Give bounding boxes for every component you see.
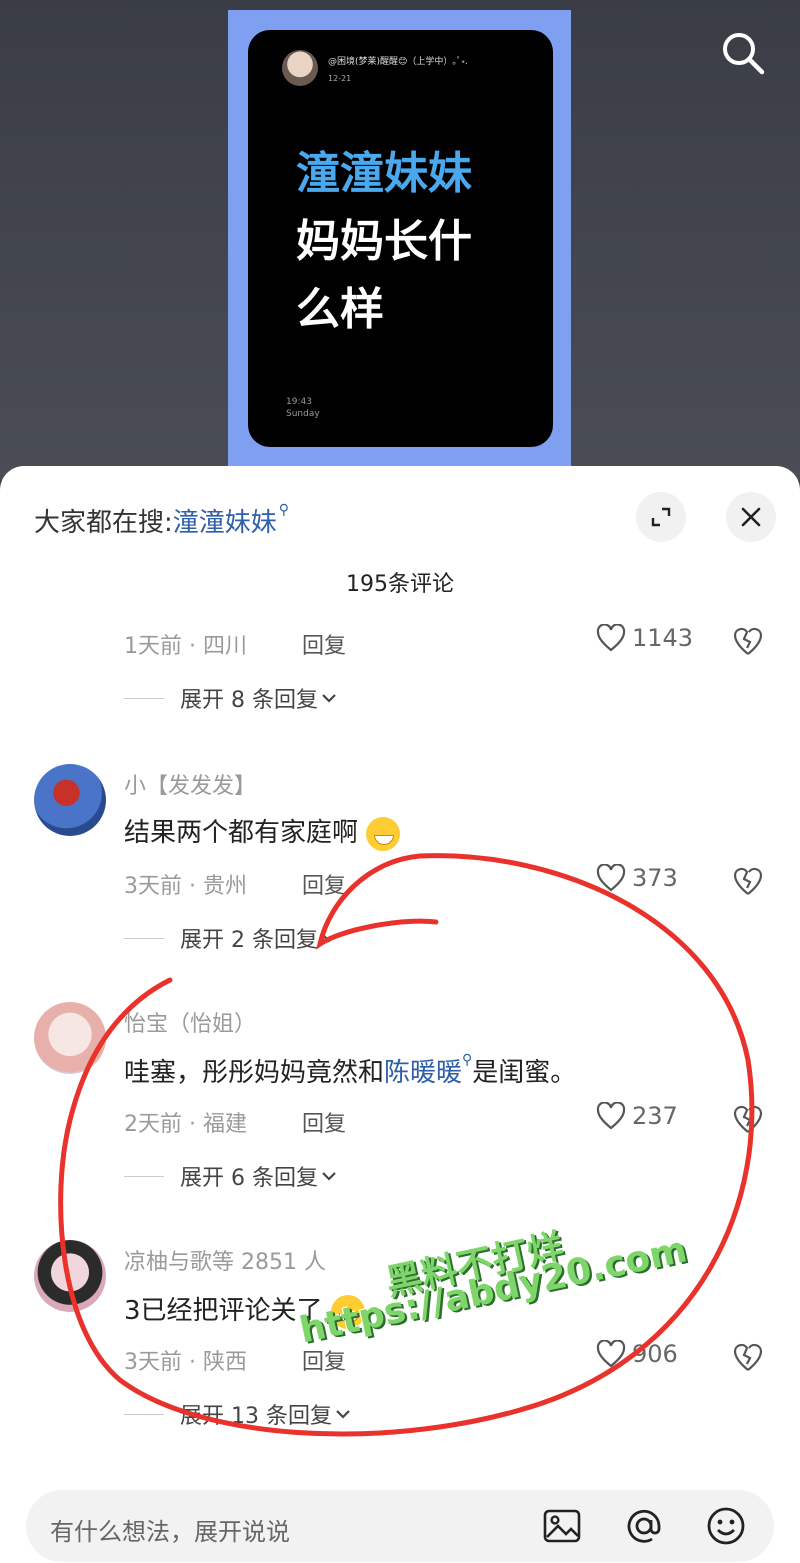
- heart-icon: [596, 1340, 626, 1368]
- expand-replies[interactable]: 展开 2 条回复: [124, 922, 340, 954]
- reply-button[interactable]: 回复: [302, 628, 346, 660]
- divider: [124, 1175, 164, 1177]
- broken-heart-icon[interactable]: [732, 1104, 764, 1134]
- expand-replies-label: 展开 2 条回复: [180, 928, 318, 953]
- comment-username[interactable]: 怡宝（怡姐）: [124, 1006, 256, 1038]
- reply-button[interactable]: 回复: [302, 1106, 346, 1138]
- laughing-emoji-icon: [366, 816, 401, 851]
- comment-input-placeholder[interactable]: 有什么想法，展开说说: [50, 1512, 290, 1547]
- card-title: 潼潼妹妹 妈妈长什 么样: [296, 140, 472, 344]
- comment-text-after: 是闺蜜。: [472, 1058, 577, 1088]
- search-button[interactable]: [720, 30, 766, 76]
- comment-meta: 3天前 · 陕西: [124, 1350, 247, 1375]
- comment-text-content: 结果两个都有家庭啊: [124, 818, 359, 848]
- expand-button[interactable]: [636, 492, 686, 542]
- card-title-line3: 么样: [296, 284, 384, 335]
- broken-heart-icon[interactable]: [732, 626, 764, 656]
- chevron-down-icon: [322, 694, 336, 703]
- card-time: 19:43 Sunday: [286, 396, 320, 420]
- expand-replies[interactable]: 展开 8 条回复: [124, 682, 340, 714]
- close-button[interactable]: [726, 492, 776, 542]
- like-count: 1143: [632, 624, 694, 652]
- chevron-down-icon: [322, 1172, 336, 1181]
- like-count: 237: [632, 1102, 678, 1130]
- avatar[interactable]: [34, 764, 106, 836]
- trending-keyword[interactable]: 潼潼妹妹: [173, 508, 277, 538]
- comment-text: 结果两个都有家庭啊: [124, 812, 401, 851]
- heart-icon: [596, 1102, 626, 1130]
- video-content-card: @困境(梦莱)醒醒😊（上学中）｡ﾟ˖. 12-21 潼潼妹妹 妈妈长什 么样 1…: [248, 30, 553, 447]
- expand-icon: [651, 507, 671, 527]
- card-username: @困境(梦莱)醒醒😊（上学中）｡ﾟ˖.: [328, 57, 468, 67]
- expand-replies-label: 展开 13 条回复: [180, 1404, 332, 1429]
- close-icon: [741, 507, 761, 527]
- reply-button[interactable]: 回复: [302, 868, 346, 900]
- chevron-down-icon: [322, 934, 336, 943]
- search-icon: [723, 33, 765, 75]
- comment-meta: 2天前 · 福建: [124, 1112, 247, 1137]
- comment-text-before: 哇塞，彤彤妈妈竟然和: [124, 1058, 385, 1088]
- comment-input-bar[interactable]: 有什么想法，展开说说: [26, 1490, 774, 1562]
- expand-replies[interactable]: 展开 13 条回复: [124, 1398, 354, 1430]
- trending-prefix: 大家都在搜:: [34, 508, 173, 538]
- card-title-highlight: 潼潼妹妹: [296, 148, 472, 199]
- emoji-icon[interactable]: [704, 1504, 748, 1548]
- keyword-search-icon: ⚲: [278, 502, 290, 518]
- comment-meta: 1天前 · 四川: [124, 634, 247, 659]
- comment-username[interactable]: 小【发发发】: [124, 768, 256, 800]
- expand-replies-label: 展开 6 条回复: [180, 1166, 318, 1191]
- card-clock: 19:43: [286, 397, 312, 407]
- card-date: 12-21: [328, 74, 352, 83]
- heart-icon: [596, 864, 626, 892]
- divider: [124, 697, 164, 699]
- divider: [124, 1413, 164, 1415]
- keyword-search-icon: ⚲: [462, 1052, 473, 1068]
- like-button[interactable]: 237: [596, 1102, 678, 1130]
- avatar[interactable]: [34, 1240, 106, 1312]
- comment-keyword-link[interactable]: 陈暖暖: [384, 1058, 462, 1088]
- card-title-line2: 妈妈长什: [296, 216, 472, 267]
- broken-heart-icon[interactable]: [732, 866, 764, 896]
- divider: [124, 937, 164, 939]
- expand-replies[interactable]: 展开 6 条回复: [124, 1160, 340, 1192]
- like-count: 906: [632, 1340, 678, 1368]
- expand-replies-label: 展开 8 条回复: [180, 688, 318, 713]
- like-count: 373: [632, 864, 678, 892]
- at-icon[interactable]: [622, 1504, 666, 1548]
- comment-count: 195条评论: [346, 572, 454, 597]
- like-button[interactable]: 373: [596, 864, 678, 892]
- card-day: Sunday: [286, 409, 320, 419]
- comment-meta: 3天前 · 贵州: [124, 874, 247, 899]
- chevron-down-icon: [336, 1410, 350, 1419]
- avatar[interactable]: [34, 1002, 106, 1074]
- comment-text-content: 3已经把评论关了: [124, 1296, 323, 1326]
- image-icon[interactable]: [540, 1504, 584, 1548]
- like-button[interactable]: 1143: [596, 624, 693, 652]
- broken-heart-icon[interactable]: [732, 1342, 764, 1372]
- trending-search[interactable]: 大家都在搜:潼潼妹妹 ⚲: [34, 502, 289, 539]
- heart-icon: [596, 624, 626, 652]
- card-avatar: [282, 50, 318, 86]
- video-area[interactable]: @困境(梦莱)醒醒😊（上学中）｡ﾟ˖. 12-21 潼潼妹妹 妈妈长什 么样 1…: [0, 0, 800, 480]
- like-button[interactable]: 906: [596, 1340, 678, 1368]
- comment-username[interactable]: 凉柚与歌等 2851 人: [124, 1244, 326, 1276]
- comment-text: 哇塞，彤彤妈妈竟然和陈暖暖⚲是闺蜜。: [124, 1052, 576, 1089]
